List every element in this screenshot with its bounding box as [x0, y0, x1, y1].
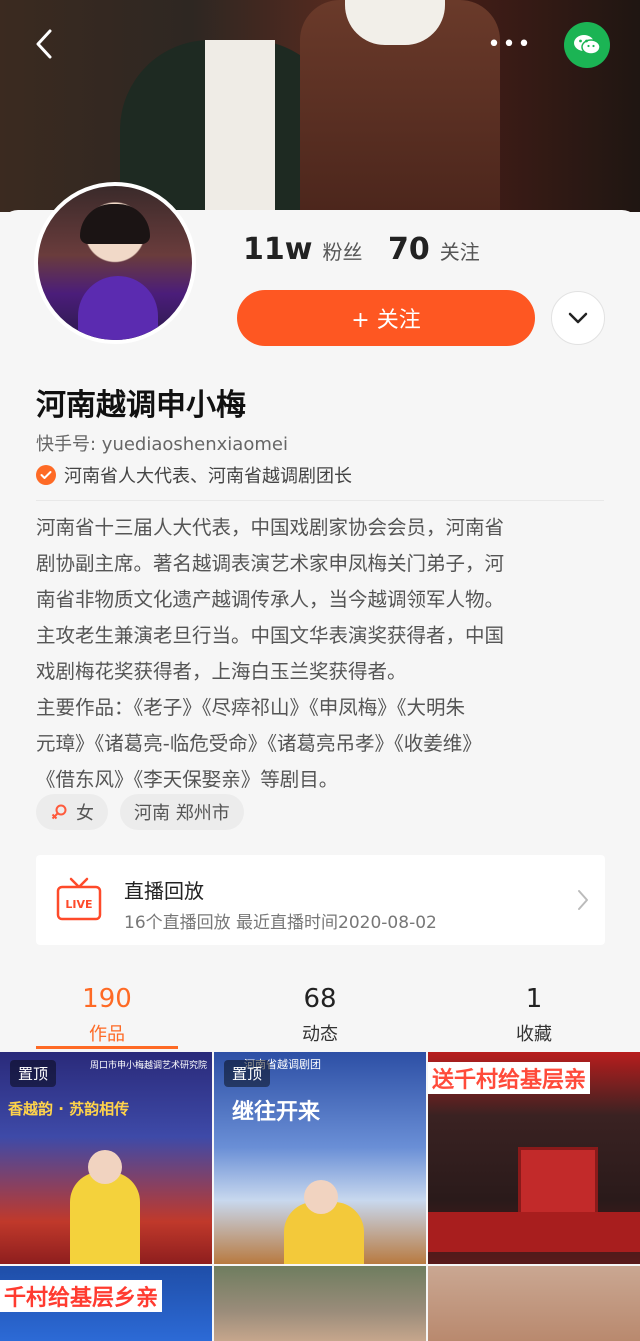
live-replay-title: 直播回放 — [124, 879, 204, 903]
tab-favorites[interactable]: 1 收藏 — [449, 984, 619, 1046]
tab-label: 动态 — [302, 1024, 338, 1045]
followers-label: 粉丝 — [322, 240, 363, 264]
chevron-down-icon — [568, 312, 588, 324]
tab-count: 190 — [82, 984, 132, 1014]
follow-button[interactable]: + 关注 — [237, 290, 535, 346]
chevron-left-icon — [36, 29, 52, 59]
more-options-dropdown[interactable] — [551, 291, 605, 345]
pinned-badge: 置顶 — [224, 1060, 271, 1087]
gender-tag[interactable]: 女 — [36, 794, 108, 830]
following-stat[interactable]: 70 关注 — [388, 232, 480, 267]
bio-line: 戏剧梅花奖获得者，上海白玉兰奖获得者。 — [36, 660, 407, 683]
wechat-icon — [574, 35, 601, 55]
poster-title: 继往开来 — [232, 1100, 321, 1125]
svg-text:LIVE: LIVE — [65, 898, 92, 911]
gender-label: 女 — [76, 803, 94, 824]
tab-works[interactable]: 190 作品 — [22, 984, 192, 1046]
tab-count: 1 — [525, 984, 543, 1014]
tab-label: 作品 — [89, 1024, 125, 1045]
kuaishou-id: 快手号: yuediaoshenxiaomei — [36, 434, 288, 455]
following-label: 关注 — [439, 240, 480, 264]
verification-row: 河南省人大代表、河南省越调剧团长 — [36, 462, 352, 488]
tab-label: 收藏 — [516, 1024, 552, 1045]
video-thumbnail[interactable]: 送千村给基层亲 — [428, 1052, 640, 1264]
tab-count: 68 — [303, 984, 337, 1014]
pinned-badge: 置顶 — [10, 1060, 57, 1087]
live-replay-card[interactable]: LIVE 直播回放 16个直播回放 最近直播时间2020-08-02 — [36, 855, 605, 945]
poster-title: 千村给基层乡亲 — [0, 1280, 163, 1312]
chevron-right-icon — [578, 890, 588, 910]
bio-line: 河南省十三届人大代表，中国戏剧家协会会员，河南省 — [36, 516, 505, 539]
tab-moments[interactable]: 68 动态 — [235, 984, 405, 1046]
video-thumbnail[interactable]: 千村给基层乡亲 — [0, 1266, 212, 1341]
female-icon — [51, 804, 67, 820]
profile-name: 河南越调申小梅 — [36, 388, 246, 423]
live-tv-icon: LIVE — [56, 877, 102, 921]
following-count: 70 — [388, 232, 430, 267]
verification-text: 河南省人大代表、河南省越调剧团长 — [64, 466, 352, 487]
profile-screen: { "header": { "back_icon": "chevron-left… — [0, 0, 640, 1341]
video-thumbnail[interactable] — [214, 1266, 426, 1341]
tab-active-indicator — [36, 1046, 178, 1049]
video-thumbnail[interactable]: 香越韵 · 苏韵相传 周口市申小梅越调艺术研究院 置顶 — [0, 1052, 212, 1264]
followers-count: 11w — [243, 232, 313, 267]
verified-check-icon — [36, 465, 56, 485]
followers-stat[interactable]: 11w 粉丝 — [243, 232, 362, 267]
live-replay-subtitle: 16个直播回放 最近直播时间2020-08-02 — [124, 913, 437, 933]
bio-line: 主攻老生兼演老旦行当。中国文华表演奖获得者，中国 — [36, 624, 505, 647]
location-tag[interactable]: 河南 郑州市 — [120, 794, 244, 830]
poster-caption: 周口市申小梅越调艺术研究院 — [90, 1061, 208, 1071]
bio: 河南省十三届人大代表，中国戏剧家协会会员，河南省 剧协副主席。著名越调表演艺术家… — [36, 510, 608, 798]
more-button[interactable]: ••• — [488, 22, 532, 66]
cover-photo — [0, 0, 640, 212]
bio-line: 元璋》《诸葛亮-临危受命》《诸葛亮吊孝》《收姜维》 — [36, 732, 482, 755]
video-thumbnail[interactable] — [428, 1266, 640, 1341]
more-dots-icon: ••• — [487, 31, 533, 57]
video-thumbnail[interactable]: 继往开来 河南省越调剧团 置顶 — [214, 1052, 426, 1264]
wechat-share-button[interactable] — [564, 22, 610, 68]
poster-title: 送千村给基层亲 — [428, 1062, 591, 1094]
divider — [36, 500, 604, 501]
bio-line: 主要作品：《老子》《尽瘁祁山》《申凤梅》《大明朱 — [36, 696, 466, 719]
avatar[interactable] — [34, 182, 196, 344]
location-label: 河南 郑州市 — [134, 803, 230, 824]
bio-line: 《借东风》《李天保娶亲》等剧目。 — [36, 768, 339, 791]
bio-line: 南省非物质文化遗产越调传承人，当今越调领军人物。 — [36, 588, 505, 611]
back-button[interactable] — [22, 22, 66, 66]
poster-title: 香越韵 · 苏韵相传 — [8, 1100, 130, 1118]
bio-line: 剧协副主席。著名越调表演艺术家申凤梅关门弟子，河 — [36, 552, 505, 575]
